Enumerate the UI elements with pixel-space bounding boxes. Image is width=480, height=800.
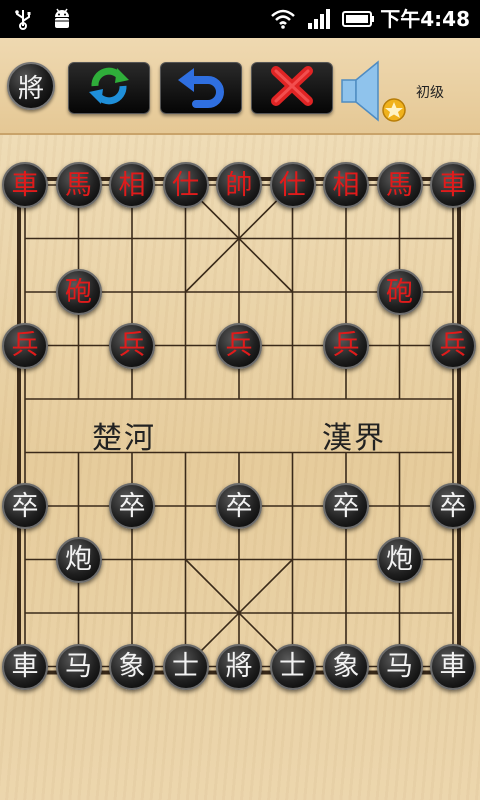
general-piece-button[interactable]: 將 [7,62,55,110]
piece-black[interactable]: 士 [162,643,209,690]
undo-icon [174,64,228,112]
piece-red[interactable]: 砲 [55,269,102,315]
piece-red[interactable]: 兵 [323,322,369,369]
piece-black[interactable]: 車 [430,643,476,690]
piece-red[interactable]: 砲 [376,269,423,315]
piece-black[interactable]: 士 [269,643,316,690]
piece-black[interactable]: 象 [109,643,155,690]
battery-icon [342,0,376,38]
piece-black[interactable]: 象 [323,643,369,690]
piece-red[interactable]: 相 [323,162,369,208]
wifi-icon [270,0,296,38]
piece-black[interactable]: 炮 [55,536,102,583]
close-icon [267,63,317,113]
board-grid [17,177,461,675]
piece-red[interactable]: 仕 [269,162,316,208]
status-bar: 下午4:48 [0,0,480,38]
close-button[interactable] [251,62,333,114]
undo-button[interactable] [160,62,242,114]
speaker-icon[interactable] [340,58,408,132]
piece-red[interactable]: 相 [109,162,155,208]
xiangqi-board[interactable]: 楚河 漢界 車馬相仕帥仕相馬車砲砲兵兵兵兵兵卒卒卒卒卒炮炮車马象士將士象马車 [0,135,480,800]
river-text-left: 楚河 [92,421,156,456]
piece-red[interactable]: 帥 [216,162,262,208]
piece-red[interactable]: 馬 [55,162,102,208]
piece-red[interactable]: 馬 [376,162,423,208]
piece-red[interactable]: 兵 [430,322,476,369]
toolbar: 將 初级 [0,38,480,135]
piece-red[interactable]: 兵 [109,322,155,369]
android-debug-icon [50,0,74,38]
piece-black[interactable]: 卒 [216,483,262,529]
piece-black[interactable]: 車 [2,643,48,690]
piece-black[interactable]: 炮 [376,536,423,583]
piece-black[interactable]: 卒 [323,483,369,529]
piece-black[interactable]: 將 [216,643,262,690]
piece-red[interactable]: 仕 [162,162,209,208]
level-label: 初级 [416,85,444,101]
refresh-button[interactable] [68,62,150,114]
usb-icon [12,0,34,38]
status-time: 下午4:48 [380,7,470,31]
piece-black[interactable]: 卒 [109,483,155,529]
refresh-icon [83,64,135,112]
piece-black[interactable]: 马 [55,643,102,690]
piece-red[interactable]: 車 [2,162,48,208]
piece-black[interactable]: 马 [376,643,423,690]
piece-red[interactable]: 車 [430,162,476,208]
river-text-right: 漢界 [322,421,386,456]
piece-red[interactable]: 兵 [216,322,262,369]
piece-black[interactable]: 卒 [430,483,476,529]
signal-icon [306,0,334,38]
piece-red[interactable]: 兵 [2,322,48,369]
piece-black[interactable]: 卒 [2,483,48,529]
